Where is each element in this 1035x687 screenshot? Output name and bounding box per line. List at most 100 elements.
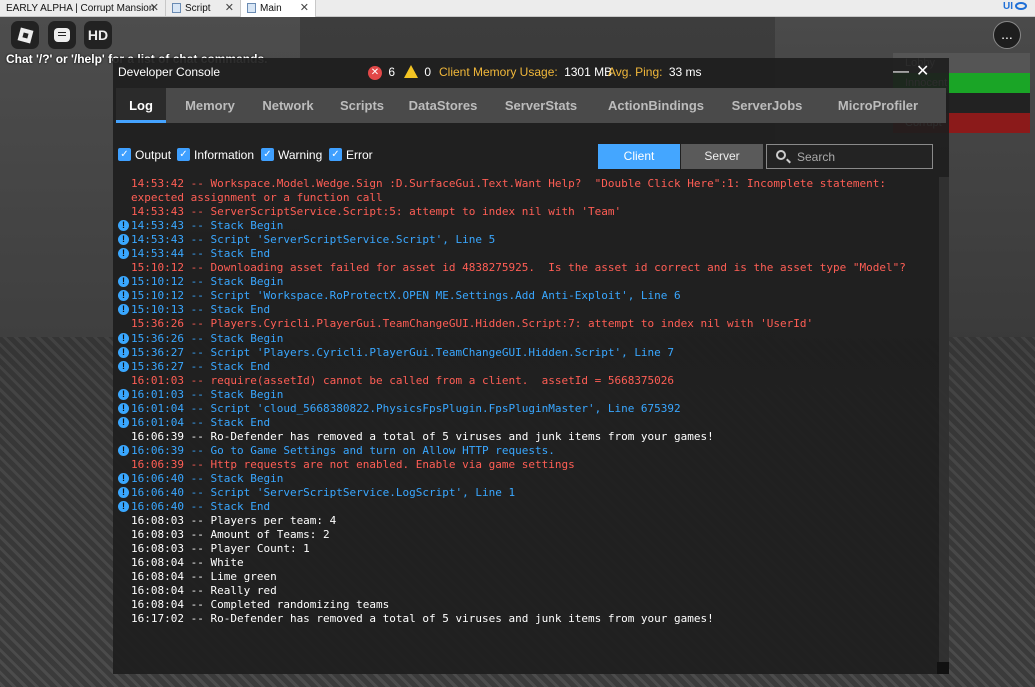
log-line[interactable]: ! 15:10:12 -- Script 'Workspace.RoProtect… [113,289,937,303]
info-icon: ! [118,402,129,414]
log-line[interactable]: 16:17:02 -- Ro-Defender has removed a to… [113,612,937,626]
log-line[interactable]: ! 16:06:40 -- Stack Begin [113,472,937,486]
filter-warning[interactable]: ✓ Warning [261,147,322,163]
info-icon: ! [118,304,129,316]
log-line[interactable]: ! 16:06:39 -- Go to Game Settings and tur… [113,444,937,458]
log-line[interactable]: ! 14:53:44 -- Stack End [113,247,937,261]
filter-information[interactable]: ✓ Information [177,147,254,163]
log-text: 15:36:26 -- Players.Cyricli.PlayerGui.Te… [131,317,814,331]
log-text: 15:36:27 -- Stack End [131,359,271,373]
script-icon [247,3,256,14]
filter-output[interactable]: ✓ Output [118,147,171,163]
console-title-bar: Developer Console ✕ 6 0 Client Memory Us… [113,58,949,86]
studio-tab-strip: EARLY ALPHA | Corrupt Mansion ✕ Script ✕… [0,0,1035,17]
log-line[interactable]: 14:53:42 -- Workspace.Model.Wedge.Sign :… [113,177,937,205]
close-icon[interactable]: ✕ [300,0,309,17]
log-output[interactable]: 14:53:42 -- Workspace.Model.Wedge.Sign :… [113,177,937,653]
more-options-button[interactable]: ... [993,21,1021,49]
info-icon: ! [118,346,129,358]
log-text: 15:36:26 -- Stack Begin [131,331,284,345]
tab-serverjobs[interactable]: ServerJobs [724,88,810,123]
log-line[interactable]: 16:08:04 -- Lime green [113,570,937,584]
tab-scripts[interactable]: Scripts [332,88,392,123]
console-title: Developer Console [118,65,221,79]
info-icon: ! [118,472,129,484]
error-count[interactable]: ✕ 6 [368,58,395,86]
log-text: 16:01:04 -- Script 'cloud_5668380822.Phy… [131,401,681,415]
log-line[interactable]: 15:10:12 -- Downloading asset failed for… [113,261,937,275]
close-icon[interactable]: ✕ [150,0,159,17]
log-text: 15:10:13 -- Stack End [131,303,271,317]
tab-microprofiler[interactable]: MicroProfiler [820,88,936,123]
filter-error[interactable]: ✓ Error [329,147,373,163]
log-line[interactable]: ! 16:01:04 -- Stack End [113,416,937,430]
log-line[interactable]: ! 14:53:43 -- Script 'ServerScriptService… [113,233,937,247]
tab-corrupt-mansion[interactable]: EARLY ALPHA | Corrupt Mansion ✕ [0,0,166,17]
log-line[interactable]: 16:08:04 -- Completed randomizing teams [113,598,937,612]
ui-visibility-toggle[interactable]: UI [1003,1,1027,12]
tab-datastores[interactable]: DataStores [402,88,484,123]
server-toggle[interactable]: Server [681,144,763,169]
log-line[interactable]: 16:08:04 -- Really red [113,584,937,598]
tab-log[interactable]: Log [116,88,166,123]
ping-label: Avg. Ping: [608,65,663,79]
log-line[interactable]: 16:06:39 -- Ro-Defender has removed a to… [113,430,937,444]
log-line[interactable]: ! 15:10:12 -- Stack Begin [113,275,937,289]
search-box[interactable] [766,144,933,169]
tab-label: EARLY ALPHA | Corrupt Mansion [6,3,155,14]
memory-label: Client Memory Usage: [439,65,558,79]
log-text: 16:08:04 -- Completed randomizing teams [131,598,390,612]
hd-label: HD [87,27,109,43]
tab-actionbindings[interactable]: ActionBindings [598,88,714,123]
resize-handle[interactable] [937,662,949,674]
log-line[interactable]: ! 16:01:03 -- Stack Begin [113,388,937,402]
log-scrollbar[interactable] [939,177,949,674]
log-line[interactable]: ! 15:36:27 -- Script 'Players.Cyricli.Pla… [113,346,937,360]
log-text: 14:53:44 -- Stack End [131,247,271,261]
info-icon: ! [118,220,129,232]
minimize-icon[interactable]: — [893,58,909,86]
info-icon: ! [118,444,129,456]
log-line[interactable]: 16:08:03 -- Amount of Teams: 2 [113,528,937,542]
ui-label: UI [1003,1,1013,12]
memory-stat[interactable]: Client Memory Usage: 1301 MB [439,58,612,86]
tab-serverstats[interactable]: ServerStats [494,88,588,123]
log-line[interactable]: 14:53:43 -- ServerScriptService.Script:5… [113,205,937,219]
tab-main[interactable]: Main ✕ [241,0,316,17]
log-text: 16:08:03 -- Player Count: 1 [131,542,310,556]
log-text: 16:06:40 -- Script 'ServerScriptService.… [131,486,516,500]
close-icon[interactable]: ✕ [225,0,234,17]
log-line[interactable]: ! 16:06:40 -- Stack End [113,500,937,514]
log-text: 16:08:04 -- White [131,556,244,570]
log-line[interactable]: ! 16:01:04 -- Script 'cloud_5668380822.Ph… [113,402,937,416]
warning-icon [404,65,418,79]
info-icon: ! [118,332,129,344]
hd-button[interactable]: HD [84,21,112,49]
log-text: 15:36:27 -- Script 'Players.Cyricli.Play… [131,345,675,359]
log-line[interactable]: ! 15:36:26 -- Stack Begin [113,332,937,346]
tab-script[interactable]: Script ✕ [166,0,241,17]
tab-network[interactable]: Network [254,88,322,123]
log-text: 15:10:12 -- Script 'Workspace.RoProtectX… [131,289,681,303]
log-line[interactable]: 16:08:03 -- Players per team: 4 [113,514,937,528]
log-line[interactable]: 15:36:26 -- Players.Cyricli.PlayerGui.Te… [113,317,937,331]
log-line[interactable]: 16:01:03 -- require(assetId) cannot be c… [113,374,937,388]
client-toggle[interactable]: Client [598,144,680,169]
log-line[interactable]: ! 16:06:40 -- Script 'ServerScriptService… [113,486,937,500]
tab-memory[interactable]: Memory [176,88,244,123]
log-text: 16:08:03 -- Amount of Teams: 2 [131,528,330,542]
chat-button[interactable] [48,21,76,49]
roblox-menu-button[interactable] [11,21,39,49]
log-line[interactable]: ! 15:10:13 -- Stack End [113,303,937,317]
log-line[interactable]: ! 14:53:43 -- Stack Begin [113,219,937,233]
log-line[interactable]: 16:08:03 -- Player Count: 1 [113,542,937,556]
log-text: 16:08:04 -- Really red [131,584,277,598]
script-icon [172,3,181,14]
warning-count[interactable]: 0 [404,58,431,86]
log-text: 16:17:02 -- Ro-Defender has removed a to… [131,612,714,626]
log-line[interactable]: ! 15:36:27 -- Stack End [113,360,937,374]
log-line[interactable]: 16:08:04 -- White [113,556,937,570]
log-line[interactable]: 16:06:39 -- Http requests are not enable… [113,458,937,472]
close-icon[interactable]: ✕ [916,58,929,86]
search-input[interactable] [797,148,927,165]
